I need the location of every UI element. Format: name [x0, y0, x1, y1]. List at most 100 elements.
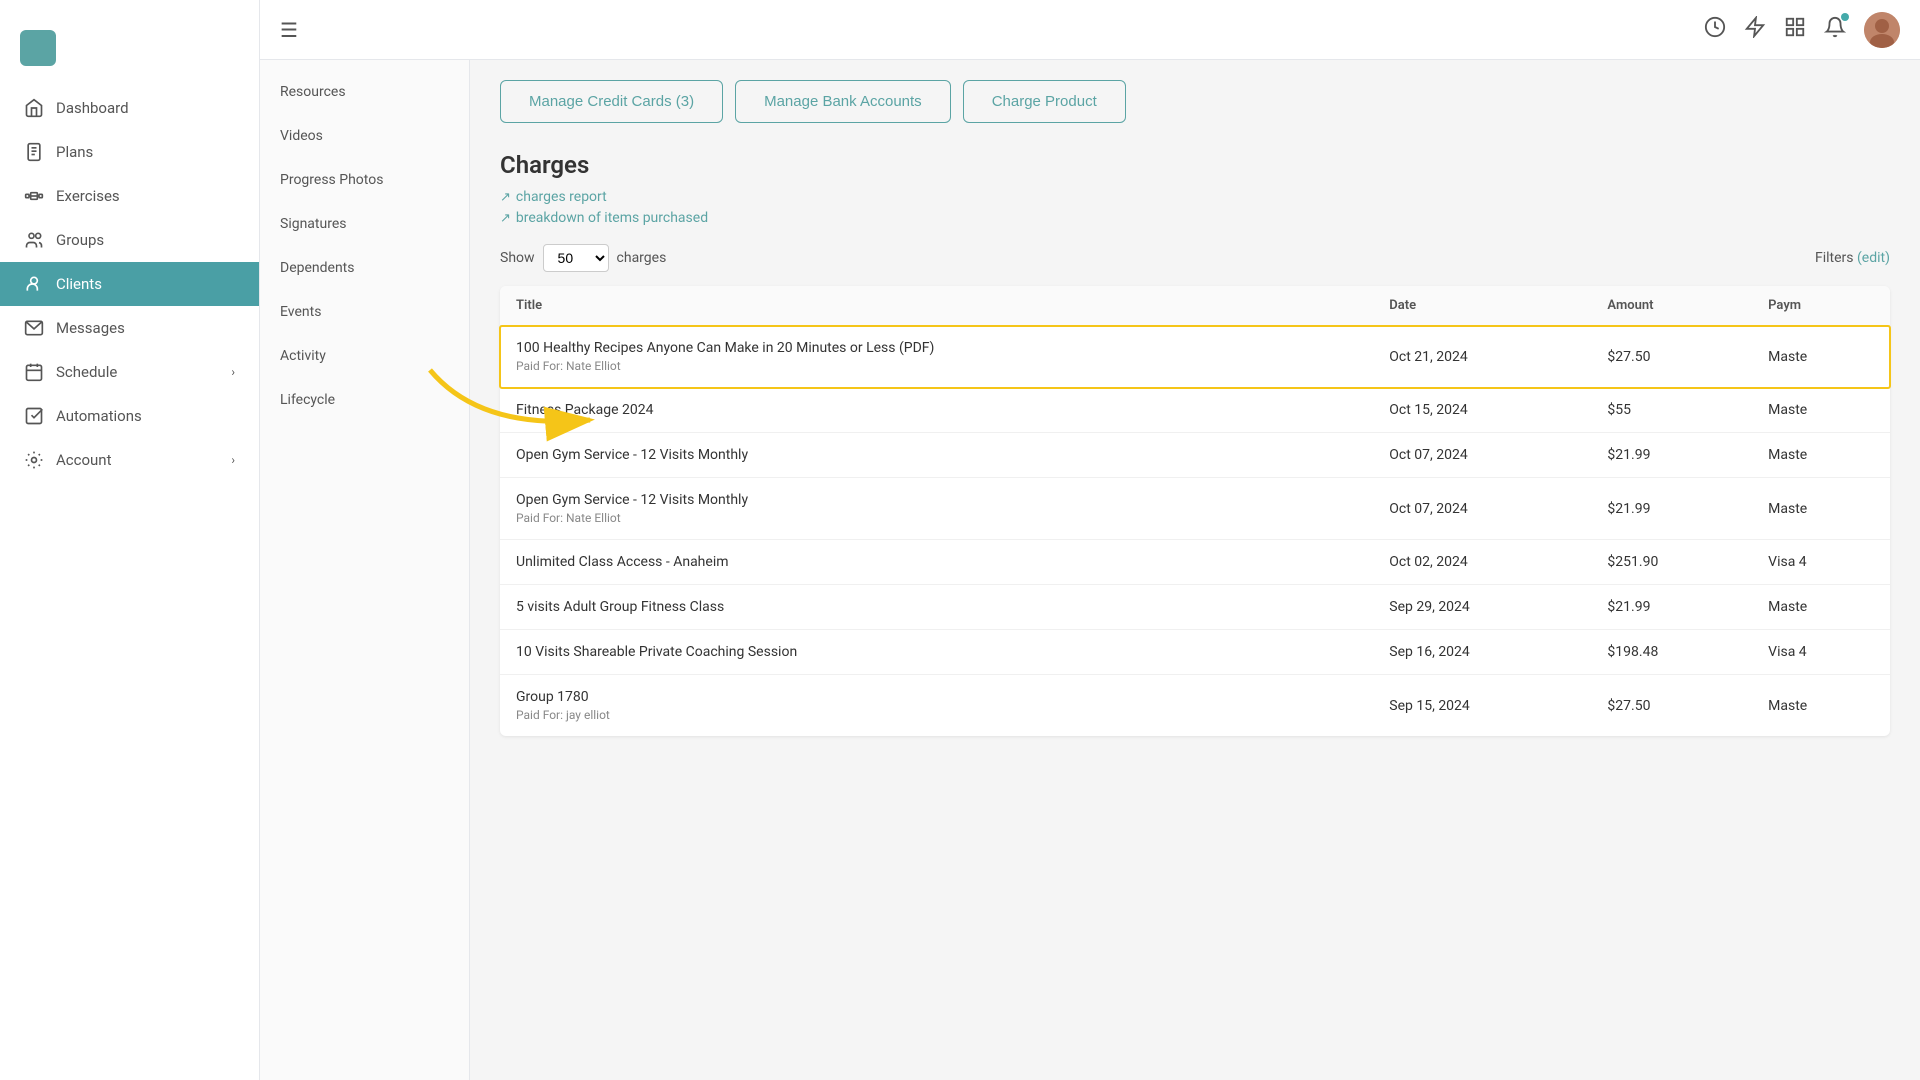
- sidebar-item-exercises[interactable]: Exercises: [0, 174, 259, 218]
- charges-links: ↗ charges report ↗ breakdown of items pu…: [500, 189, 1890, 226]
- sidebar-item-clients[interactable]: Clients: [0, 262, 259, 306]
- sub-sidebar-dependents[interactable]: Dependents: [260, 246, 469, 290]
- manage-bank-accounts-button[interactable]: Manage Bank Accounts: [735, 80, 951, 123]
- action-buttons-row: Manage Credit Cards (3) Manage Bank Acco…: [500, 80, 1890, 123]
- sidebar-item-automations[interactable]: Automations: [0, 394, 259, 438]
- cell-payment: Maste: [1752, 433, 1890, 478]
- cell-title: Open Gym Service - 12 Visits Monthly: [500, 433, 1373, 478]
- automations-icon: [24, 406, 44, 426]
- top-header: ☰: [260, 0, 1920, 60]
- cell-title: 5 visits Adult Group Fitness Class: [500, 585, 1373, 630]
- cell-payment: Maste: [1752, 675, 1890, 737]
- logo-icon: [20, 30, 56, 66]
- table-row[interactable]: Open Gym Service - 12 Visits MonthlyOct …: [500, 433, 1890, 478]
- sub-sidebar-progress-photos[interactable]: Progress Photos: [260, 158, 469, 202]
- table-row[interactable]: 100 Healthy Recipes Anyone Can Make in 2…: [500, 326, 1890, 388]
- filters-edit-link[interactable]: (edit): [1857, 250, 1890, 266]
- sidebar-item-dashboard[interactable]: Dashboard: [0, 86, 259, 130]
- cell-date: Sep 29, 2024: [1373, 585, 1591, 630]
- filters-label: Filters: [1815, 250, 1854, 266]
- manage-credit-cards-button[interactable]: Manage Credit Cards (3): [500, 80, 723, 123]
- hamburger-icon[interactable]: ☰: [280, 18, 298, 42]
- cell-title: 10 Visits Shareable Private Coaching Ses…: [500, 630, 1373, 675]
- sidebar-item-label: Plans: [56, 143, 93, 161]
- sub-sidebar-resources[interactable]: Resources: [260, 70, 469, 114]
- exercises-icon: [24, 186, 44, 206]
- plans-icon: [24, 142, 44, 162]
- account-icon: [24, 450, 44, 470]
- external-link-icon: ↗: [500, 211, 511, 226]
- table-row[interactable]: Group 1780Paid For: jay elliotSep 15, 20…: [500, 675, 1890, 737]
- sidebar-item-plans[interactable]: Plans: [0, 130, 259, 174]
- show-row: Show 50 10 25 100 charges Filters (edit): [500, 244, 1890, 272]
- table-row[interactable]: Fitness Package 2024Oct 15, 2024$55Maste: [500, 388, 1890, 433]
- sub-sidebar-videos[interactable]: Videos: [260, 114, 469, 158]
- show-label: Show: [500, 250, 535, 266]
- user-avatar[interactable]: [1864, 12, 1900, 48]
- cell-date: Oct 02, 2024: [1373, 540, 1591, 585]
- sub-sidebar-signatures[interactable]: Signatures: [260, 202, 469, 246]
- clock-icon[interactable]: [1704, 16, 1726, 43]
- cell-date: Sep 15, 2024: [1373, 675, 1591, 737]
- cell-amount: $27.50: [1591, 326, 1752, 388]
- charges-label: charges: [617, 250, 667, 266]
- lightning-icon[interactable]: [1744, 16, 1766, 43]
- charges-report-link[interactable]: ↗ charges report: [500, 189, 1890, 205]
- cell-title: 100 Healthy Recipes Anyone Can Make in 2…: [500, 326, 1373, 388]
- sub-sidebar-events[interactable]: Events: [260, 290, 469, 334]
- show-count-select[interactable]: 50 10 25 100: [543, 244, 609, 272]
- table-row[interactable]: 10 Visits Shareable Private Coaching Ses…: [500, 630, 1890, 675]
- cell-amount: $55: [1591, 388, 1752, 433]
- sub-sidebar: Resources Videos Progress Photos Signatu…: [260, 60, 470, 1080]
- sub-sidebar-activity[interactable]: Activity: [260, 334, 469, 378]
- bell-icon[interactable]: [1824, 16, 1846, 43]
- header-right: [1704, 12, 1900, 48]
- cell-amount: $21.99: [1591, 433, 1752, 478]
- sidebar-item-label: Groups: [56, 231, 104, 249]
- charges-title: Charges: [500, 151, 1890, 179]
- cell-title: Unlimited Class Access - Anaheim: [500, 540, 1373, 585]
- charges-table: Title Date Amount Paym 100 Healthy Recip…: [500, 286, 1890, 736]
- cell-date: Oct 21, 2024: [1373, 326, 1591, 388]
- header-left: ☰: [280, 18, 298, 42]
- table-row[interactable]: Unlimited Class Access - AnaheimOct 02, …: [500, 540, 1890, 585]
- cell-payment: Maste: [1752, 478, 1890, 540]
- sidebar-logo: [0, 20, 259, 86]
- col-title: Title: [500, 286, 1373, 326]
- chevron-right-icon: ›: [231, 365, 235, 379]
- sub-sidebar-lifecycle[interactable]: Lifecycle: [260, 378, 469, 422]
- table-row[interactable]: Open Gym Service - 12 Visits MonthlyPaid…: [500, 478, 1890, 540]
- cell-title: Fitness Package 2024: [500, 388, 1373, 433]
- col-amount: Amount: [1591, 286, 1752, 326]
- chevron-right-icon: ›: [231, 453, 235, 467]
- main-area: ☰ Resources Videos Prog: [260, 0, 1920, 1080]
- content-wrapper: Resources Videos Progress Photos Signatu…: [260, 60, 1920, 1080]
- cell-payment: Visa 4: [1752, 540, 1890, 585]
- cell-amount: $21.99: [1591, 585, 1752, 630]
- filters-row: Filters (edit): [1815, 250, 1890, 266]
- table-row[interactable]: 5 visits Adult Group Fitness ClassSep 29…: [500, 585, 1890, 630]
- sidebar-item-label: Messages: [56, 319, 125, 337]
- cell-amount: $27.50: [1591, 675, 1752, 737]
- cell-payment: Maste: [1752, 388, 1890, 433]
- messages-icon: [24, 318, 44, 338]
- table-header-row: Title Date Amount Paym: [500, 286, 1890, 326]
- col-payment: Paym: [1752, 286, 1890, 326]
- breakdown-link[interactable]: ↗ breakdown of items purchased: [500, 210, 1890, 226]
- sidebar-item-label: Exercises: [56, 187, 120, 205]
- grid-icon[interactable]: [1784, 16, 1806, 43]
- sidebar-item-groups[interactable]: Groups: [0, 218, 259, 262]
- sidebar-item-label: Automations: [56, 407, 142, 425]
- cell-payment: Maste: [1752, 585, 1890, 630]
- sidebar-nav: Dashboard Plans Exercises Groups Clients: [0, 86, 259, 482]
- sidebar-item-messages[interactable]: Messages: [0, 306, 259, 350]
- sidebar-item-label: Schedule: [56, 363, 117, 381]
- show-row-left: Show 50 10 25 100 charges: [500, 244, 666, 272]
- cell-amount: $198.48: [1591, 630, 1752, 675]
- charge-product-button[interactable]: Charge Product: [963, 80, 1126, 123]
- sidebar-item-schedule[interactable]: Schedule ›: [0, 350, 259, 394]
- sidebar-item-account[interactable]: Account ›: [0, 438, 259, 482]
- cell-title: Open Gym Service - 12 Visits MonthlyPaid…: [500, 478, 1373, 540]
- cell-title: Group 1780Paid For: jay elliot: [500, 675, 1373, 737]
- schedule-icon: [24, 362, 44, 382]
